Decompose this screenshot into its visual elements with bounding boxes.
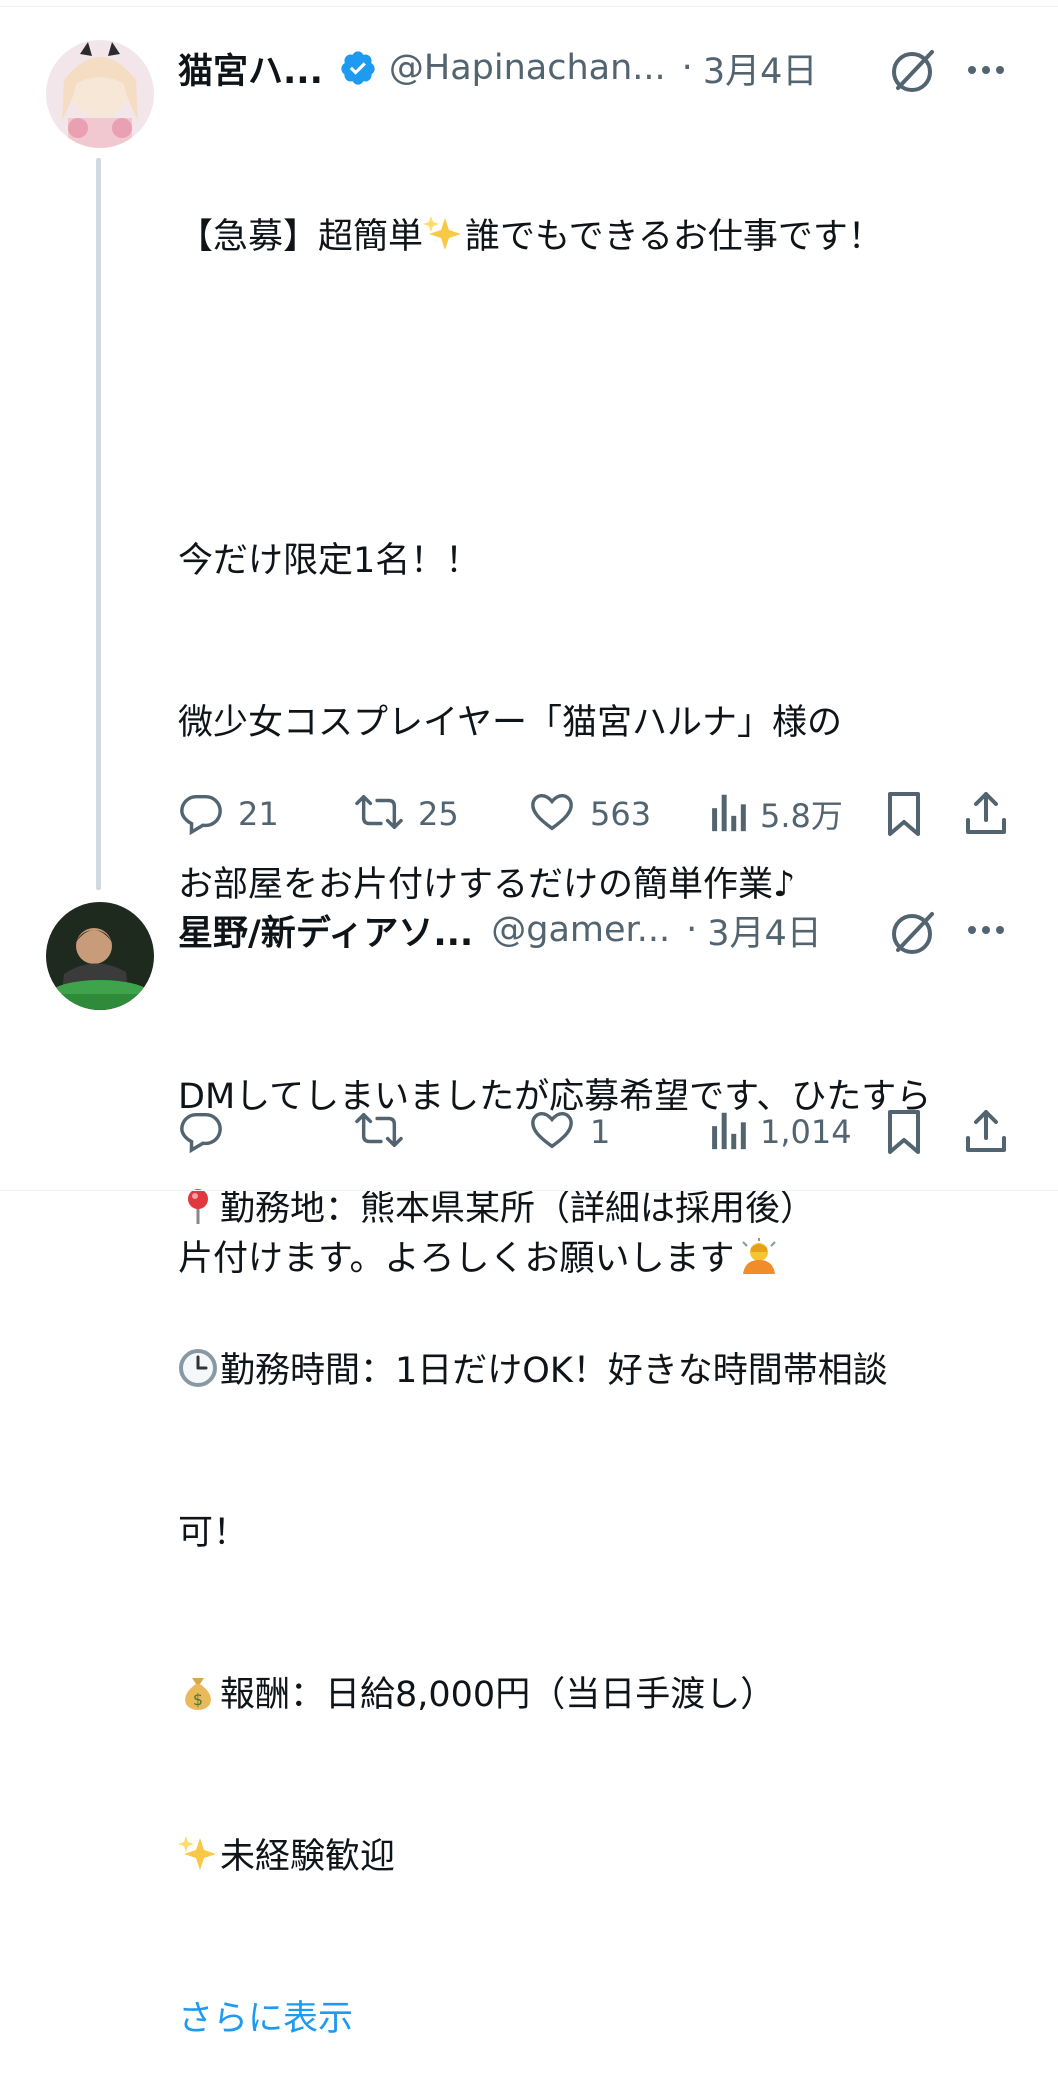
tweet2-header: 星野/新ディアソ... @gamer... · 3月4日: [178, 902, 822, 958]
text-line: $ 報酬：日給8,000円（当日手渡し）: [178, 1668, 1008, 1722]
like-icon: [528, 789, 576, 839]
view-count: 1,014: [760, 1113, 852, 1151]
avatar-tweet2[interactable]: [46, 902, 154, 1010]
handle[interactable]: @Hapinachan...: [389, 48, 666, 88]
reply-button[interactable]: [178, 1108, 238, 1156]
reply-button[interactable]: 21: [178, 790, 279, 838]
verified-badge-icon: [339, 49, 377, 87]
views-icon: [708, 789, 748, 839]
text-line: 可！: [178, 1513, 249, 1553]
bookmark-icon[interactable]: [884, 790, 924, 842]
text-line: 勤務時間：1日だけOK！好きな時間帯相談: [178, 1344, 1008, 1398]
text-line: 今だけ限定1名！！: [178, 541, 481, 581]
views-button[interactable]: 5.8万: [708, 790, 843, 838]
more-icon[interactable]: [962, 910, 1010, 954]
repost-button[interactable]: 25: [354, 790, 459, 838]
text-line: 【急募】超簡単 誰でもできるお仕事です！: [178, 210, 1008, 264]
like-count: 1: [590, 1113, 611, 1151]
text-line: 微少女コスプレイヤー「猫宮ハルナ」様の: [178, 703, 842, 743]
grok-icon[interactable]: [888, 906, 940, 962]
tweet1-header: 猫宮ハ... @Hapinachan... · 3月4日: [178, 40, 817, 96]
repost-icon: [354, 789, 404, 839]
share-icon[interactable]: [964, 1108, 1008, 1160]
reply-count: 21: [238, 795, 279, 833]
bookmark-icon[interactable]: [884, 1108, 924, 1160]
like-button[interactable]: 563: [528, 790, 651, 838]
sparkles-emoji: [178, 1834, 218, 1874]
like-button[interactable]: 1: [528, 1108, 610, 1156]
repost-button[interactable]: [354, 1108, 418, 1156]
money-bag-emoji: $: [178, 1672, 218, 1712]
like-count: 563: [590, 795, 652, 833]
avatar-tweet1[interactable]: [46, 40, 154, 148]
clock-emoji: [178, 1348, 218, 1388]
bowing-person-emoji: [739, 1236, 779, 1276]
separator-dot: ·: [681, 48, 693, 88]
timestamp[interactable]: 3月4日: [707, 905, 822, 956]
views-button[interactable]: 1,014: [708, 1108, 852, 1156]
handle[interactable]: @gamer...: [491, 910, 670, 950]
svg-text:$: $: [193, 1690, 203, 1709]
share-icon[interactable]: [964, 790, 1008, 842]
timestamp[interactable]: 3月4日: [703, 43, 818, 94]
bottom-divider: [0, 1190, 1058, 1191]
reply-icon: [178, 1107, 224, 1157]
text-line: 未経験歓迎: [178, 1830, 1008, 1884]
reply-icon: [178, 789, 224, 839]
repost-icon: [354, 1107, 404, 1157]
view-count: 5.8万: [760, 797, 843, 835]
thread-connector-line: [96, 158, 101, 890]
text-line: 片付けます。よろしくお願いします: [178, 1232, 1008, 1286]
sparkles-emoji: [423, 214, 463, 254]
display-name[interactable]: 星野/新ディアソ...: [178, 905, 473, 956]
repost-count: 25: [418, 795, 459, 833]
display-name[interactable]: 猫宮ハ...: [178, 43, 323, 94]
more-icon[interactable]: [962, 50, 1010, 94]
separator-dot: ·: [686, 910, 698, 950]
like-icon: [528, 1107, 576, 1157]
top-divider: [0, 6, 1058, 7]
grok-icon[interactable]: [888, 44, 940, 100]
show-more-link[interactable]: さらに表示: [178, 1992, 1008, 2046]
views-icon: [708, 1107, 748, 1157]
